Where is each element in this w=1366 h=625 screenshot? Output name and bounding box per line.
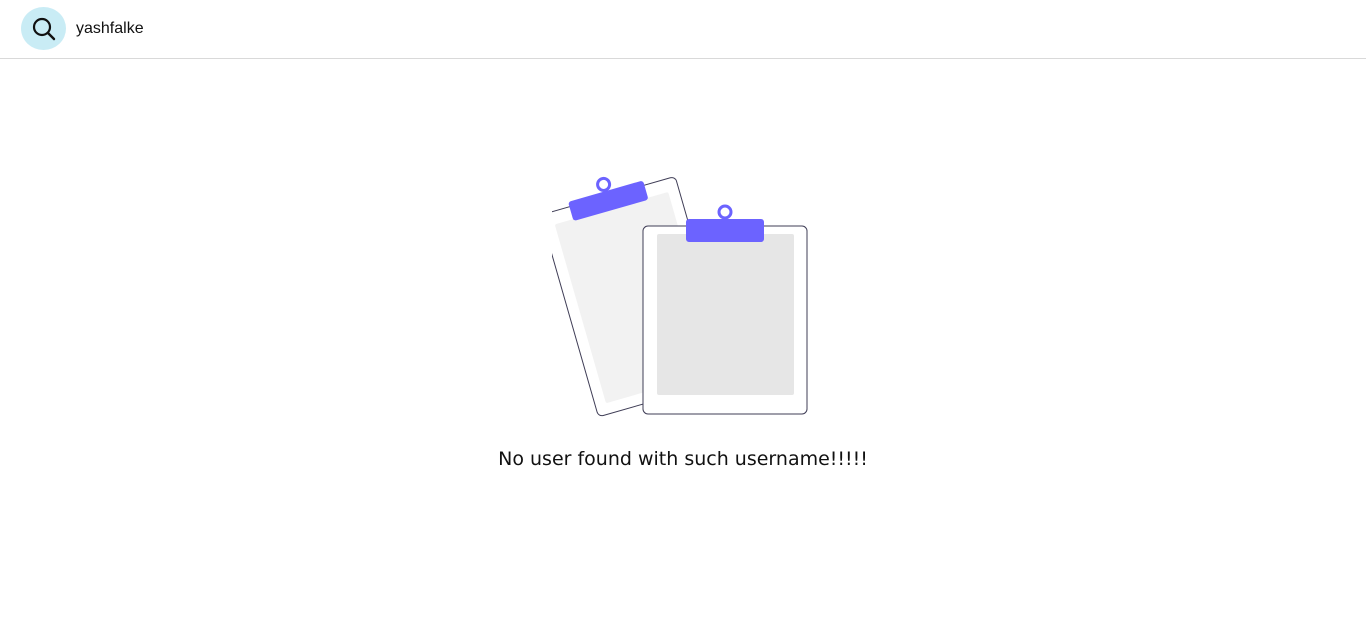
empty-clipboards-illustration — [552, 176, 808, 417]
no-user-found-message: No user found with such username!!!!! — [498, 448, 868, 470]
search-icon — [32, 17, 55, 40]
search-button[interactable] — [21, 7, 66, 50]
top-bar — [0, 0, 1366, 59]
front-clipboard — [642, 204, 808, 415]
search-input[interactable] — [72, 16, 480, 42]
